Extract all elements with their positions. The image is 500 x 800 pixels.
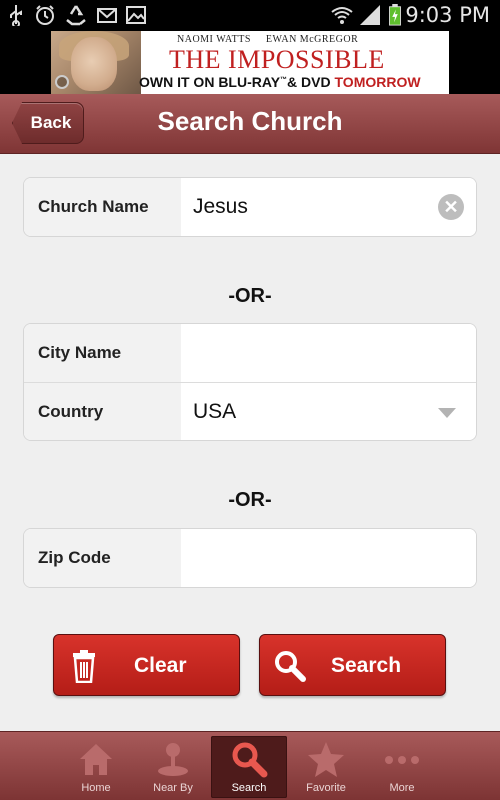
map-pin-icon <box>158 743 188 776</box>
clear-button-label: Clear <box>134 654 187 677</box>
ad-banner-container: NAOMI WATTS EWAN McGREGOR THE IMPOSSIBLE… <box>0 31 500 94</box>
nav-header: Back Search Church <box>0 94 500 154</box>
church-name-group: Church Name Jesus ✕ <box>23 177 477 237</box>
clear-text-icon[interactable]: ✕ <box>438 194 464 220</box>
ad-banner[interactable]: NAOMI WATTS EWAN McGREGOR THE IMPOSSIBLE… <box>51 31 449 94</box>
country-select[interactable]: USA <box>181 383 476 440</box>
church-name-row: Church Name Jesus ✕ <box>24 178 476 236</box>
ad-cast-names: NAOMI WATTS EWAN McGREGOR <box>177 34 359 45</box>
tab-favorite[interactable]: Favorite <box>288 736 364 798</box>
chevron-down-icon[interactable] <box>438 408 456 418</box>
tab-search-label: Search <box>231 782 267 794</box>
usb-icon <box>10 5 22 26</box>
tab-home-label: Home <box>81 782 111 794</box>
search-icon <box>275 651 306 682</box>
status-time: 9:03 PM <box>405 3 490 27</box>
tab-search[interactable]: Search <box>211 736 287 798</box>
city-name-row: City Name <box>24 324 476 382</box>
ad-cta-tm: ™ <box>280 76 288 84</box>
trash-icon <box>73 650 95 683</box>
zip-code-group: Zip Code <box>23 528 477 588</box>
search-button[interactable]: Search <box>259 634 446 696</box>
country-row: Country USA <box>24 382 476 440</box>
tab-more-label: More <box>389 782 415 794</box>
zip-code-row: Zip Code <box>24 529 476 587</box>
church-name-field[interactable]: Jesus <box>181 178 476 236</box>
ad-cta-highlight: TOMORROW <box>334 74 421 90</box>
mail-icon <box>97 8 117 23</box>
ad-photo <box>51 31 141 94</box>
star-icon <box>308 742 344 777</box>
tab-near-by-label: Near By <box>153 782 193 794</box>
signal-icon <box>360 5 380 25</box>
alarm-icon <box>36 5 54 25</box>
more-dots-icon <box>385 756 419 764</box>
zip-code-label: Zip Code <box>24 529 181 587</box>
or-divider-2: -OR- <box>228 489 272 511</box>
city-name-field[interactable] <box>181 324 476 382</box>
clear-button[interactable]: Clear <box>53 634 240 696</box>
church-name-label: Church Name <box>24 178 181 236</box>
status-bar: 9:03 PM <box>0 0 500 31</box>
recycle-icon <box>66 5 86 26</box>
play-icon <box>55 75 69 89</box>
ad-cta: OWN IT ON BLU-RAY™& DVD TOMORROW <box>139 74 421 90</box>
search-button-label: Search <box>331 654 402 677</box>
ad-title: THE IMPOSSIBLE <box>169 45 385 74</box>
tab-near-by[interactable]: Near By <box>135 736 211 798</box>
bottom-tab-bar: Home Near By Search Favorite More <box>0 731 500 800</box>
tab-more[interactable]: More <box>364 736 440 798</box>
or-divider-1: -OR- <box>228 285 272 307</box>
battery-charging-icon <box>389 4 401 26</box>
tab-home[interactable]: Home <box>58 736 134 798</box>
tab-favorite-label: Favorite <box>306 782 346 794</box>
ad-cta-prefix: OWN IT ON BLU-RAY <box>139 74 281 90</box>
wifi-icon <box>331 7 353 24</box>
country-label: Country <box>24 383 181 440</box>
ad-cta-mid: & DVD <box>287 74 335 90</box>
zip-code-field[interactable] <box>181 529 476 587</box>
city-name-label: City Name <box>24 324 181 382</box>
image-icon <box>126 6 146 24</box>
city-country-group: City Name Country USA <box>23 323 477 441</box>
magnifier-icon <box>232 742 268 778</box>
house-icon <box>80 744 112 775</box>
page-title: Search Church <box>157 106 343 136</box>
